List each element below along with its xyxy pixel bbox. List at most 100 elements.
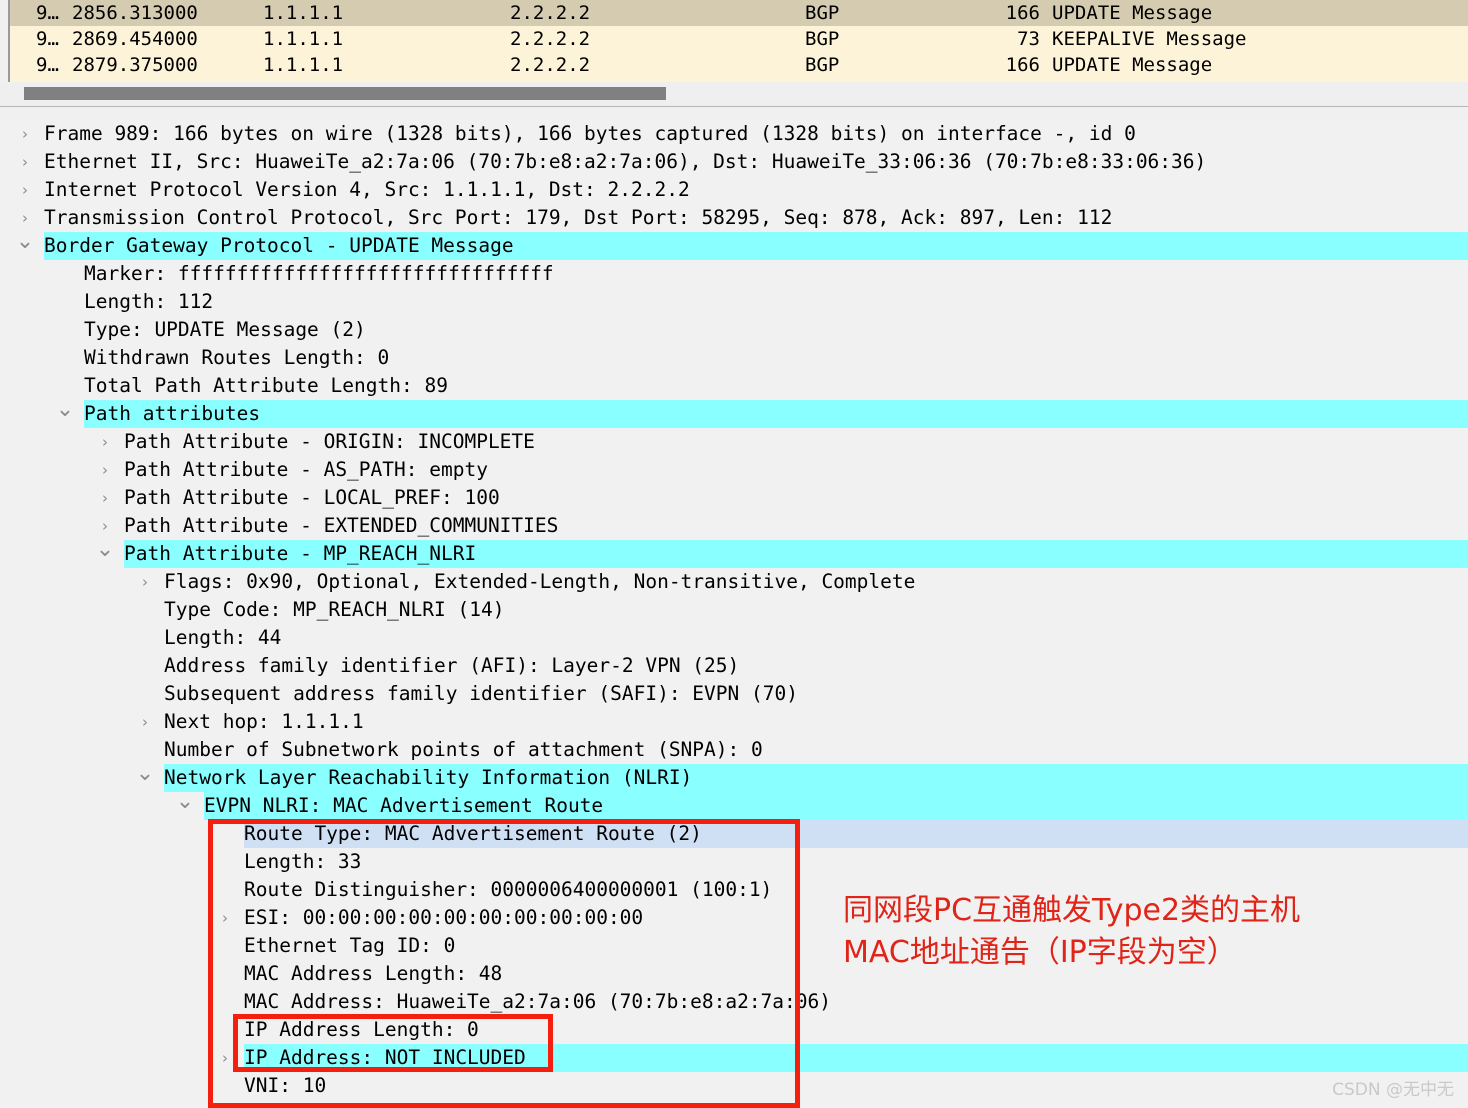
detail-tree-label: Length: 112 — [84, 290, 214, 313]
detail-tree-label: Path Attribute - LOCAL_PREF: 100 — [124, 486, 500, 509]
packet-info: UPDATE Message — [1052, 54, 1213, 76]
packet-destination: 2.2.2.2 — [510, 28, 591, 50]
detail-tree-row[interactable]: Total Path Attribute Length: 89 — [0, 372, 1468, 400]
detail-tree-label: Next hop: 1.1.1.1 — [164, 710, 364, 733]
detail-tree-row[interactable]: Length: 33 — [0, 848, 1468, 876]
detail-tree-row[interactable]: ⌄ Path Attribute - MP_REACH_NLRI — [0, 539, 1468, 568]
detail-tree-row[interactable]: › Flags: 0x90, Optional, Extended-Length,… — [0, 568, 1468, 596]
packet-info: KEEPALIVE Message — [1052, 28, 1247, 50]
packet-length: 73 — [1017, 28, 1040, 50]
chevron-down-icon[interactable]: ⌄ — [14, 231, 36, 260]
detail-tree-label: Subsequent address family identifier (SA… — [164, 682, 798, 705]
chevron-right-icon[interactable]: › — [94, 484, 116, 512]
annotation-text: 同网段PC互通触发Type2类的主机 MAC地址通告（IP字段为空） — [843, 893, 1301, 970]
chevron-right-icon[interactable]: › — [94, 428, 116, 456]
detail-tree-row[interactable]: ⌄ EVPN NLRI: MAC Advertisement Route — [0, 791, 1468, 820]
detail-tree-row[interactable]: ⌄ Network Layer Reachability Information … — [0, 763, 1468, 792]
detail-tree-label: IP Address: NOT INCLUDED — [244, 1046, 526, 1069]
detail-tree-row[interactable]: › Next hop: 1.1.1.1 — [0, 708, 1468, 736]
detail-tree-label: Ethernet Tag ID: 0 — [244, 934, 456, 957]
detail-tree-label: Ethernet II, Src: HuaweiTe_a2:7a:06 (70:… — [44, 150, 1207, 173]
detail-tree-row[interactable]: MAC Address: HuaweiTe_a2:7a:06 (70:7b:e8… — [0, 988, 1468, 1016]
packet-length: 166 — [1005, 2, 1040, 24]
detail-tree-row[interactable]: Type Code: MP_REACH_NLRI (14) — [0, 596, 1468, 624]
detail-tree-row[interactable]: Route Type: MAC Advertisement Route (2) — [0, 820, 1468, 848]
packet-protocol: BGP — [805, 2, 840, 24]
detail-tree-row[interactable]: › Path Attribute - ORIGIN: INCOMPLETE — [0, 428, 1468, 456]
detail-tree-label: Type: UPDATE Message (2) — [84, 318, 366, 341]
chevron-right-icon[interactable]: › — [214, 1044, 236, 1072]
detail-tree-label: Path Attribute - ORIGIN: INCOMPLETE — [124, 430, 535, 453]
detail-tree-row[interactable]: › Transmission Control Protocol, Src Port… — [0, 204, 1468, 232]
detail-tree-row[interactable]: › Path Attribute - EXTENDED_COMMUNITIES — [0, 512, 1468, 540]
chevron-right-icon[interactable]: › — [94, 512, 116, 540]
detail-tree-label: Number of Subnetwork points of attachmen… — [164, 738, 763, 761]
chevron-down-icon[interactable]: ⌄ — [94, 539, 116, 568]
detail-tree-row[interactable]: › Path Attribute - LOCAL_PREF: 100 — [0, 484, 1468, 512]
detail-tree-row[interactable]: › IP Address: NOT INCLUDED — [0, 1044, 1468, 1072]
detail-tree-row[interactable]: › Ethernet II, Src: HuaweiTe_a2:7a:06 (70… — [0, 148, 1468, 176]
detail-tree-label: EVPN NLRI: MAC Advertisement Route — [204, 794, 604, 817]
detail-tree-row[interactable]: Address family identifier (AFI): Layer-2… — [0, 652, 1468, 680]
detail-tree-label: Route Distinguisher: 0000006400000001 (1… — [244, 878, 773, 901]
packet-time: 2856.313000 — [72, 2, 198, 24]
chevron-right-icon[interactable]: › — [214, 904, 236, 932]
detail-tree-label: MAC Address: HuaweiTe_a2:7a:06 (70:7b:e8… — [244, 990, 831, 1013]
chevron-right-icon[interactable]: › — [134, 568, 156, 596]
row-highlight — [84, 400, 1468, 428]
packet-protocol: BGP — [805, 28, 840, 50]
packet-time: 2879.375000 — [72, 54, 198, 76]
detail-tree-row[interactable]: Length: 112 — [0, 288, 1468, 316]
detail-tree-row[interactable]: Number of Subnetwork points of attachmen… — [0, 736, 1468, 764]
chevron-right-icon[interactable]: › — [14, 204, 36, 232]
detail-tree-label: VNI: 10 — [244, 1074, 327, 1097]
detail-tree-label: IP Address Length: 0 — [244, 1018, 479, 1041]
detail-tree-row[interactable]: ⌄ Border Gateway Protocol - UPDATE Messag… — [0, 231, 1468, 260]
chevron-down-icon[interactable]: ⌄ — [134, 763, 156, 792]
chevron-right-icon[interactable]: › — [134, 708, 156, 736]
packet-length: 166 — [1005, 54, 1040, 76]
detail-tree-label: Path Attribute - EXTENDED_COMMUNITIES — [124, 514, 559, 537]
packet-list-row[interactable]: 9… 2856.313000 1.1.1.1 2.2.2.2 BGP 166 UPDATE … — [10, 0, 1468, 26]
chevron-right-icon[interactable]: › — [94, 456, 116, 484]
packet-list-row[interactable]: 9… 2869.454000 1.1.1.1 2.2.2.2 BGP 73 KEEPALIV… — [10, 26, 1468, 52]
chevron-right-icon[interactable]: › — [14, 176, 36, 204]
detail-tree-label: Network Layer Reachability Information (… — [164, 766, 693, 789]
detail-tree-label: ESI: 00:00:00:00:00:00:00:00:00:00 — [244, 906, 644, 929]
detail-tree-row[interactable]: VNI: 10 — [0, 1072, 1468, 1100]
detail-tree-label: Length: 44 — [164, 626, 282, 649]
packet-list-row[interactable]: 9… 2879.375000 1.1.1.1 2.2.2.2 BGP 166 UPDATE … — [10, 52, 1468, 78]
horizontal-scrollbar-thumb[interactable] — [24, 87, 666, 100]
watermark: CSDN @无中无 — [1332, 1080, 1454, 1100]
packet-protocol: BGP — [805, 54, 840, 76]
packet-list-pane[interactable]: 9… 2856.313000 1.1.1.1 2.2.2.2 BGP 166 UPDATE … — [0, 0, 1468, 82]
detail-tree-row[interactable]: Type: UPDATE Message (2) — [0, 316, 1468, 344]
detail-tree-row[interactable]: Marker: ffffffffffffffffffffffffffffffff — [0, 260, 1468, 288]
detail-tree-label: Type Code: MP_REACH_NLRI (14) — [164, 598, 505, 621]
detail-tree-label: Flags: 0x90, Optional, Extended-Length, … — [164, 570, 916, 593]
detail-tree-label: Total Path Attribute Length: 89 — [84, 374, 448, 397]
packet-time: 2869.454000 — [72, 28, 198, 50]
detail-tree-row[interactable]: › Frame 989: 166 bytes on wire (1328 bits… — [0, 120, 1468, 148]
packet-info: UPDATE Message — [1052, 2, 1213, 24]
chevron-right-icon[interactable]: › — [14, 148, 36, 176]
detail-tree-label: Path attributes — [84, 402, 261, 425]
detail-tree-row[interactable]: › Internet Protocol Version 4, Src: 1.1.1… — [0, 176, 1468, 204]
detail-tree-row[interactable]: Length: 44 — [0, 624, 1468, 652]
detail-tree-label: MAC Address Length: 48 — [244, 962, 503, 985]
detail-tree-row[interactable]: Subsequent address family identifier (SA… — [0, 680, 1468, 708]
packet-source: 1.1.1.1 — [263, 2, 344, 24]
detail-tree-row[interactable]: IP Address Length: 0 — [0, 1016, 1468, 1044]
chevron-down-icon[interactable]: ⌄ — [54, 399, 76, 428]
detail-tree-label: Withdrawn Routes Length: 0 — [84, 346, 390, 369]
packet-list-gutter — [0, 0, 10, 82]
detail-tree-row[interactable]: ⌄ Path attributes — [0, 399, 1468, 428]
detail-tree-row[interactable]: Withdrawn Routes Length: 0 — [0, 344, 1468, 372]
detail-tree-label: Frame 989: 166 bytes on wire (1328 bits)… — [44, 122, 1136, 145]
detail-tree-label: Route Type: MAC Advertisement Route (2) — [244, 822, 702, 845]
detail-tree-row[interactable]: › Path Attribute - AS_PATH: empty — [0, 456, 1468, 484]
chevron-right-icon[interactable]: › — [14, 120, 36, 148]
horizontal-scrollbar-track[interactable] — [0, 82, 1468, 107]
detail-tree-label: Marker: ffffffffffffffffffffffffffffffff — [84, 262, 554, 285]
chevron-down-icon[interactable]: ⌄ — [174, 791, 196, 820]
